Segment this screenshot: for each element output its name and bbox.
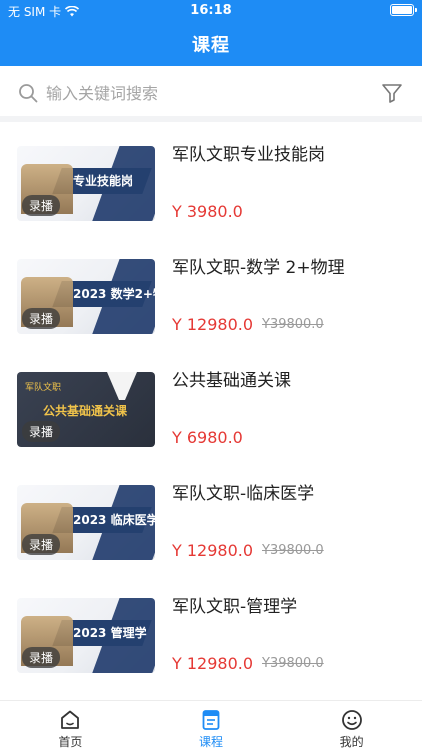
status-bar: 无 SIM 卡 16:18 xyxy=(0,0,422,22)
original-price: Y39800.0 xyxy=(262,656,324,671)
search-input[interactable] xyxy=(46,80,346,106)
recorded-badge: 录播 xyxy=(22,421,61,442)
top-bar: 无 SIM 卡 16:18 课程 xyxy=(0,0,422,66)
thumbnail-corner-text: 军队文职 xyxy=(25,383,62,393)
recorded-badge: 录播 xyxy=(22,195,61,216)
course-item[interactable]: 军队文职 公共基础通关课 录播 公共基础通关课 Y 6980.0 xyxy=(0,354,422,467)
course-title: 军队文职-管理学 xyxy=(172,597,298,617)
course-title: 军队文职-临床医学 xyxy=(172,484,315,504)
thumbnail-text: 2023 管理学 xyxy=(73,626,147,640)
course-item[interactable]: 2023 数学2+物理 录播 军队文职-数学 2+物理 Y 12980.0 Y3… xyxy=(0,241,422,354)
battery-icon xyxy=(390,4,417,16)
course-item[interactable]: 专业技能岗 录播 军队文职专业技能岗 Y 3980.0 xyxy=(0,128,422,241)
course-list: 专业技能岗 录播 军队文职专业技能岗 Y 3980.0 2023 数学2+物理 … xyxy=(0,128,422,698)
course-title: 军队文职-数学 2+物理 xyxy=(172,258,345,278)
original-price: Y39800.0 xyxy=(262,543,324,558)
thumbnail-text: 2023 数学2+物理 xyxy=(73,287,155,301)
course-title: 军队文职专业技能岗 xyxy=(172,145,325,165)
recorded-badge: 录播 xyxy=(22,308,61,329)
course-thumbnail: 专业技能岗 录播 xyxy=(17,146,155,221)
tab-mine[interactable]: 我的 xyxy=(281,701,422,750)
recorded-badge: 录播 xyxy=(22,534,61,555)
tab-label: 课程 xyxy=(199,735,224,749)
tab-course[interactable]: 课程 xyxy=(141,701,282,750)
search-bar xyxy=(0,66,422,122)
thumbnail-text: 专业技能岗 xyxy=(73,174,134,188)
course-price: Y 6980.0 xyxy=(172,428,243,447)
course-thumbnail: 军队文职 公共基础通关课 录播 xyxy=(17,372,155,447)
tab-label: 我的 xyxy=(339,735,364,749)
course-icon xyxy=(202,710,220,730)
course-price: Y 12980.0 xyxy=(172,315,254,334)
course-price: Y 3980.0 xyxy=(172,202,243,221)
page-title: 课程 xyxy=(192,35,230,56)
course-item[interactable]: 2023 管理学 录播 军队文职-管理学 Y 12980.0 Y39800.0 xyxy=(0,580,422,693)
course-thumbnail: 2023 临床医学 录播 xyxy=(17,485,155,560)
course-thumbnail: 2023 数学2+物理 录播 xyxy=(17,259,155,334)
tab-home[interactable]: 首页 xyxy=(0,701,141,750)
tab-label: 首页 xyxy=(58,735,83,749)
smiley-icon xyxy=(341,710,362,730)
original-price: Y39800.0 xyxy=(262,317,324,332)
home-icon xyxy=(61,710,80,729)
course-price: Y 12980.0 xyxy=(172,541,254,560)
filter-icon[interactable] xyxy=(380,81,404,105)
course-title: 公共基础通关课 xyxy=(172,371,291,391)
recorded-badge: 录播 xyxy=(22,647,61,668)
status-time: 16:18 xyxy=(190,3,232,18)
search-icon xyxy=(19,84,38,103)
thumbnail-text: 公共基础通关课 xyxy=(43,404,128,418)
thumbnail-text: 2023 临床医学 xyxy=(73,513,155,527)
bottom-tab-bar: 首页 课程 我的 xyxy=(0,700,422,750)
course-item[interactable]: 2023 临床医学 录播 军队文职-临床医学 Y 12980.0 Y39800.… xyxy=(0,467,422,580)
course-thumbnail: 2023 管理学 录播 xyxy=(17,598,155,673)
course-price: Y 12980.0 xyxy=(172,654,254,673)
